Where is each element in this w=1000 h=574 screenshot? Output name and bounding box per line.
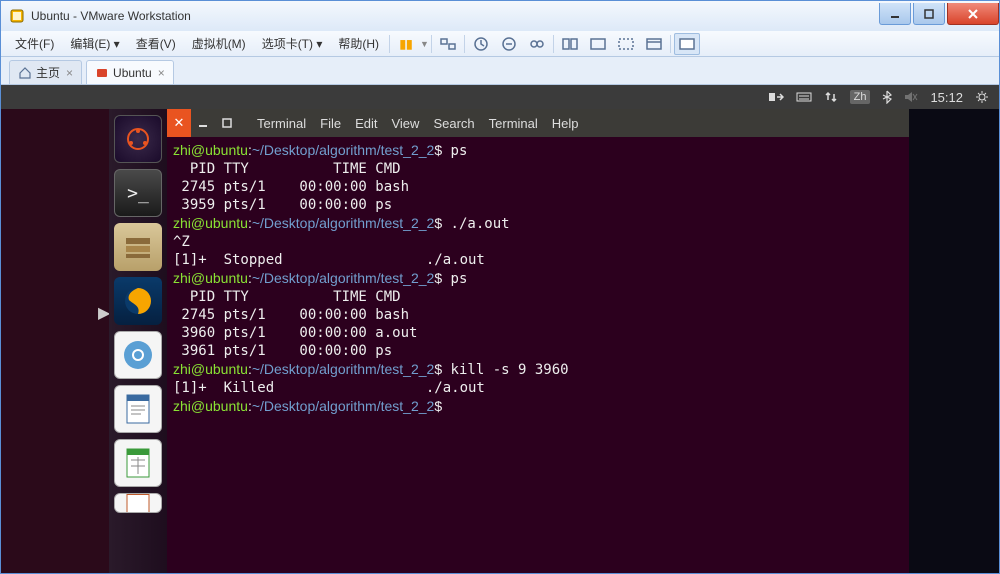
snapshot-manager-button[interactable] [524,33,550,55]
home-icon [18,66,32,80]
keyboard-icon[interactable] [796,91,812,103]
maximize-button[interactable] [913,3,945,25]
gear-icon[interactable] [975,90,989,104]
close-button[interactable] [947,3,999,25]
tabs-row: 主页 × Ubuntu × [1,57,999,85]
volume-icon[interactable] [904,91,918,103]
view-single-button[interactable] [585,33,611,55]
terminal-body[interactable]: zhi@ubuntu:~/Desktop/algorithm/test_2_2$… [167,137,909,573]
writer-launcher-icon[interactable] [114,385,162,433]
separator [553,35,554,53]
network-icon[interactable] [768,90,784,104]
window-buttons [877,3,999,25]
vmware-window: Ubuntu - VMware Workstation 文件(F) 编辑(E) … [0,0,1000,574]
menu-help[interactable]: 帮助(H) [330,32,387,55]
view-unity-button[interactable] [641,33,667,55]
terminal-menu-file[interactable]: File [320,116,341,131]
tab-home[interactable]: 主页 × [9,60,82,84]
terminal-titlebar[interactable]: ✕ Terminal File Edit View Search Termina… [167,109,909,137]
menubar: 文件(F) 编辑(E) ▾ 查看(V) 虚拟机(M) 选项卡(T) ▾ 帮助(H… [1,31,999,57]
separator [464,35,465,53]
tab-ubuntu[interactable]: Ubuntu × [86,60,174,84]
menu-vm[interactable]: 虚拟机(M) [184,32,254,55]
chromium-launcher-icon[interactable] [114,331,162,379]
updown-icon[interactable] [824,90,838,104]
vm-icon [95,66,109,80]
ubuntu-desktop: Zh 15:12 ▶ >_ [1,85,999,573]
firefox-launcher-icon[interactable] [114,277,162,325]
terminal-close-button[interactable]: ✕ [167,109,191,137]
terminal-menu-edit[interactable]: Edit [355,116,377,131]
separator [431,35,432,53]
vmware-icon [9,8,25,24]
terminal-menu-search[interactable]: Search [433,116,474,131]
terminal-menu-help[interactable]: Help [552,116,579,131]
send-ctrl-alt-del-button[interactable] [435,33,461,55]
tab-label: 主页 [36,64,60,81]
terminal-window-controls: ✕ [167,109,239,137]
window-titlebar: Ubuntu - VMware Workstation [1,1,999,31]
window-title: Ubuntu - VMware Workstation [31,9,877,23]
terminal-window: ✕ Terminal File Edit View Search Termina… [167,109,909,573]
terminal-maximize-button[interactable] [215,109,239,137]
unity-launcher: >_ [109,109,167,573]
snapshot-button[interactable] [468,33,494,55]
separator [389,35,390,53]
ubuntu-top-panel: Zh 15:12 [1,85,999,109]
terminal-menu-terminal[interactable]: Terminal [257,116,306,131]
tab-label: Ubuntu [113,66,152,80]
menu-file[interactable]: 文件(F) [7,32,62,55]
files-launcher-icon[interactable] [114,223,162,271]
desktop-background [909,109,999,573]
view-fullscreen-button[interactable] [613,33,639,55]
terminal-minimize-button[interactable] [191,109,215,137]
terminal-launcher-icon[interactable]: >_ [114,169,162,217]
separator [670,35,671,53]
tab-close-icon[interactable]: × [158,66,165,80]
terminal-menu-terminal2[interactable]: Terminal [489,116,538,131]
calc-launcher-icon[interactable] [114,439,162,487]
view-console-button[interactable] [674,33,700,55]
bluetooth-icon[interactable] [882,90,892,104]
launcher-arrow-icon: ▶ [98,303,108,313]
terminal-menu-view[interactable]: View [391,116,419,131]
view-split-button[interactable] [557,33,583,55]
minimize-button[interactable] [879,3,911,25]
clock[interactable]: 15:12 [930,90,963,105]
menu-tabs[interactable]: 选项卡(T) ▾ [254,32,331,55]
menu-view[interactable]: 查看(V) [128,32,184,55]
dropdown-icon[interactable]: ▼ [420,39,429,49]
menu-edit[interactable]: 编辑(E) ▾ [62,32,127,55]
terminal-menubar: Terminal File Edit View Search Terminal … [247,111,589,135]
pause-button[interactable]: ▮▮ [393,33,419,55]
input-method-indicator[interactable]: Zh [850,90,871,104]
impress-launcher-icon[interactable] [114,493,162,513]
tab-close-icon[interactable]: × [66,66,73,80]
dash-icon[interactable] [114,115,162,163]
vm-viewport[interactable]: Zh 15:12 ▶ >_ [1,85,999,573]
snapshot-revert-button[interactable] [496,33,522,55]
